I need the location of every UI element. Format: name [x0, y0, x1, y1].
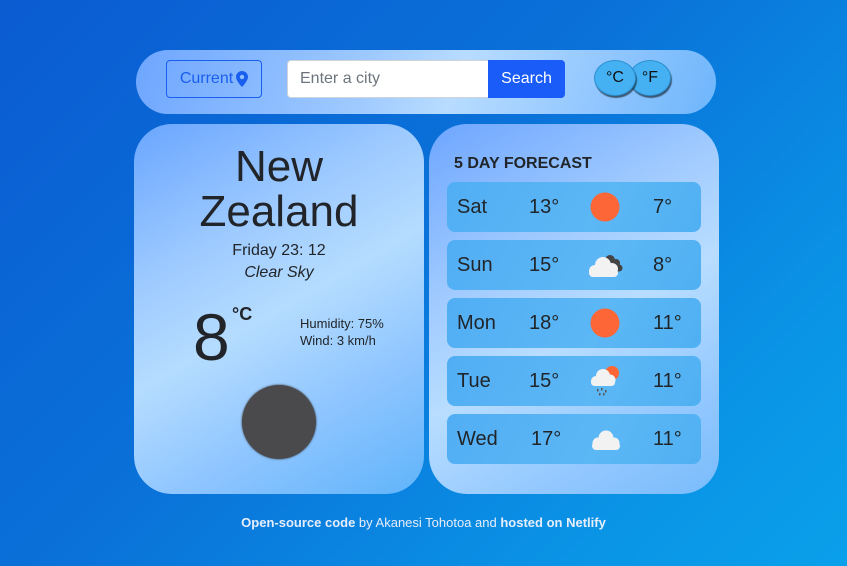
- forecast-max: 15°: [529, 254, 560, 276]
- netlify-link[interactable]: hosted on Netlify: [500, 515, 605, 530]
- forecast-max: 17°: [531, 428, 562, 450]
- forecast-row: Sat 13° 7°: [447, 182, 701, 232]
- temperature-unit: °C: [232, 304, 253, 324]
- forecast-max: 18°: [529, 312, 560, 334]
- forecast-day: Tue: [457, 370, 491, 392]
- forecast-list: Sat 13° 7° Sun 15° 8° Mon 18° 11° Tue 15…: [447, 182, 701, 472]
- dark-circle-icon: [242, 385, 316, 459]
- forecast-day: Sat: [457, 196, 488, 218]
- map-pin-icon: [236, 71, 249, 87]
- forecast-min: 7°: [653, 196, 673, 218]
- city-name: New Zealand: [134, 144, 424, 234]
- forecast-row: Wed 17° 11°: [447, 414, 701, 464]
- wind: Wind: 3 km/h: [300, 333, 376, 348]
- current-location-button[interactable]: Current: [166, 60, 262, 98]
- current-weather-card: New Zealand Friday 23: 12 Clear Sky 8 °C…: [134, 124, 424, 494]
- weather-description: Clear Sky: [244, 264, 314, 281]
- cloud-dark-icon: [589, 255, 623, 277]
- forecast-day: Sun: [457, 254, 493, 276]
- forecast-title: 5 DAY FORECAST: [454, 155, 592, 172]
- search-button[interactable]: Search: [488, 60, 565, 98]
- rain-sun-icon: [591, 366, 619, 396]
- current-temperature: 8: [193, 300, 230, 374]
- footer: Open-source code by Akanesi Tohotoa and …: [0, 515, 847, 530]
- search-bar: Current Search °C °F: [136, 50, 716, 114]
- forecast-day: Mon: [457, 312, 496, 334]
- forecast-day: Wed: [457, 428, 498, 450]
- forecast-min: 8°: [653, 254, 673, 276]
- sun-icon: [590, 308, 620, 338]
- sun-icon: [590, 192, 620, 222]
- forecast-card: 5 DAY FORECAST Sat 13° 7° Sun 15° 8° Mon…: [429, 124, 719, 494]
- search-form: Search: [287, 60, 565, 98]
- celsius-toggle[interactable]: °C: [594, 60, 636, 96]
- forecast-max: 15°: [529, 370, 560, 392]
- city-search-input[interactable]: [287, 60, 488, 98]
- forecast-min: 11°: [653, 312, 682, 334]
- weather-stats: Humidity: 75% Wind: 3 km/h: [300, 315, 384, 349]
- city-name-line1: New: [234, 142, 324, 191]
- source-code-link[interactable]: Open-source code: [241, 515, 355, 530]
- city-name-line2: Zealand: [199, 187, 359, 236]
- cloud-icon: [592, 430, 620, 450]
- forecast-min: 11°: [653, 370, 682, 392]
- forecast-min: 11°: [653, 428, 682, 450]
- forecast-row: Sun 15° 8°: [447, 240, 701, 290]
- humidity: Humidity: 75%: [300, 316, 384, 331]
- forecast-max: 13°: [529, 196, 560, 218]
- forecast-row: Tue 15° 11°: [447, 356, 701, 406]
- date-time: Friday 23: 12: [232, 242, 326, 259]
- current-label: Current: [179, 70, 234, 87]
- footer-text: by Akanesi Tohotoa and: [355, 515, 501, 530]
- forecast-row: Mon 18° 11°: [447, 298, 701, 348]
